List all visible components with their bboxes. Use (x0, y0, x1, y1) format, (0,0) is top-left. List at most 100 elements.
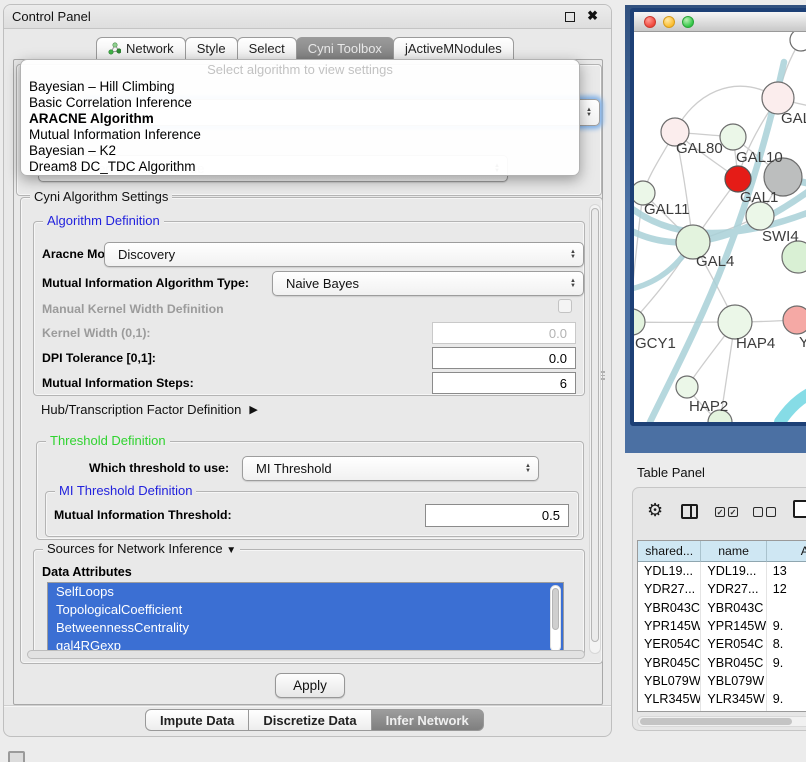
tab-cyni-toolbox[interactable]: Cyni Toolbox (296, 37, 394, 60)
aracne-mode-combobox[interactable]: Discovery ▲▼ (104, 242, 584, 267)
algorithm-option-bayesian-hill-climbing[interactable]: Bayesian – Hill Climbing (21, 79, 579, 95)
algorithm-option-bayesian-k2[interactable]: Bayesian – K2 (21, 143, 579, 159)
minimize-traffic-light-icon[interactable] (663, 16, 675, 28)
settings-vertical-scroll-thumb[interactable] (591, 208, 599, 642)
tab-label: Select (249, 41, 285, 56)
columns-icon[interactable] (681, 504, 698, 519)
mi-threshold-group: MI Threshold Definition Mutual Informati… (45, 491, 579, 537)
table-cell: 12 (767, 580, 806, 598)
data-attribute-item-betweennesscentrality[interactable]: BetweennessCentrality (48, 619, 563, 637)
table-cell: YBL079W (701, 672, 766, 690)
attr-list-scrollbar[interactable] (550, 585, 561, 652)
table-panel-card: ⚙ ✓ ✓ shared...nameA YDL19...YDL19...13Y… (632, 487, 806, 731)
manual-kernel-checkbox[interactable] (558, 299, 572, 313)
node-label: GCY1 (635, 335, 676, 352)
table-row[interactable]: YER054CYER054C8. (638, 635, 806, 653)
deselect-all-columns-icon[interactable] (753, 507, 776, 517)
tab-select[interactable]: Select (237, 37, 297, 60)
attr-list-scroll-thumb[interactable] (552, 588, 559, 630)
mi-type-label: Mutual Information Algorithm Type: (42, 276, 249, 290)
expanded-arrow-icon[interactable]: ▼ (226, 545, 236, 556)
table-row[interactable]: YLR345WYLR345W9. (638, 690, 806, 708)
algorithm-definition-group: Algorithm Definition Aracne Mode: Discov… (33, 221, 585, 396)
hub-tf-definition-toggle[interactable]: Hub/Transcription Factor Definition ▶ (41, 402, 258, 417)
table-row[interactable]: YBR043CYBR043C (638, 599, 806, 617)
tab-label: jActiveMNodules (405, 41, 502, 56)
node-label: HAP4 (736, 335, 775, 352)
table-panel-title: Table Panel (637, 465, 705, 480)
table-cell: 9. (767, 617, 806, 635)
tab-network[interactable]: Network (96, 37, 186, 60)
kernel-width-field[interactable]: 0.0 (432, 322, 576, 344)
dpi-tolerance-label: DPI Tolerance [0,1]: (42, 351, 156, 365)
algorithm-option-mutual-information-inference[interactable]: Mutual Information Inference (21, 127, 579, 143)
table-horizontal-scrollbar[interactable] (637, 716, 806, 727)
settings-horizontal-scroll-thumb[interactable] (27, 650, 585, 659)
panel-resize-grip[interactable] (601, 371, 606, 383)
table-cell: YIL052C (701, 708, 766, 712)
cyni-algorithm-settings-group: Cyni Algorithm Settings Algorithm Defini… (20, 197, 603, 664)
mi-steps-field[interactable]: 6 (432, 372, 576, 394)
control-panel-titlebar: Control Panel ✖ (4, 5, 611, 29)
network-window[interactable]: GAL GAL80 GAL10 GAL1 GAL11 GAL4 SWI4 GCY… (630, 8, 806, 426)
table-panel-region: Table Panel ⚙ ✓ ✓ shared...nameA YDL19..… (618, 455, 806, 762)
table-cell: YDR27... (701, 580, 766, 598)
apply-button[interactable]: Apply (275, 673, 345, 698)
table-cell: 9. (767, 690, 806, 708)
close-traffic-light-icon[interactable] (644, 16, 656, 28)
column-header-a[interactable]: A (767, 541, 806, 562)
bottom-divider (4, 705, 611, 706)
network-window-titlebar[interactable] (634, 12, 806, 32)
mi-algorithm-type-combobox[interactable]: Naive Bayes ▲▼ (272, 271, 584, 296)
panel-title: Control Panel (12, 9, 91, 24)
table-cell (767, 672, 806, 690)
close-icon[interactable]: ✖ (587, 8, 598, 24)
data-attributes-label: Data Attributes (42, 565, 132, 579)
float-window-icon[interactable] (565, 12, 575, 22)
gear-icon[interactable]: ⚙ (647, 501, 663, 519)
table-row[interactable]: YBL079WYBL079W (638, 672, 806, 690)
table-horizontal-scroll-thumb[interactable] (640, 718, 792, 725)
node-label: GAL4 (696, 253, 734, 270)
data-attribute-item-selfloops[interactable]: SelfLoops (48, 583, 563, 601)
dpi-tolerance-field[interactable]: 0.0 (432, 347, 576, 369)
table-cell: YBR045C (638, 653, 701, 671)
mi-threshold-label: Mutual Information Threshold: (54, 508, 232, 522)
which-threshold-combobox[interactable]: MI Threshold ▲▼ (242, 456, 539, 481)
data-attributes-list[interactable]: SelfLoopsTopologicalCoefficientBetweenne… (47, 582, 564, 655)
table-cell: 9 (767, 708, 806, 712)
tab-impute-data[interactable]: Impute Data (145, 709, 249, 731)
network-graph: GAL GAL80 GAL10 GAL1 GAL11 GAL4 SWI4 GCY… (634, 32, 806, 422)
node-label: Y (799, 334, 806, 351)
cyni-toolbox-content: ▲▼ gal-filtered sif default node ▲▼ Sele… (13, 59, 603, 705)
algorithm-option-aracne-algorithm[interactable]: ARACNE Algorithm (21, 111, 579, 127)
table-row[interactable]: YDR27...YDR27...12 (638, 580, 806, 598)
settings-vertical-scrollbar[interactable] (589, 204, 601, 654)
spinner-icon: ▲▼ (525, 464, 538, 474)
table-cell: YLR345W (701, 690, 766, 708)
table-cell: YER054C (638, 635, 701, 653)
table-cell: YPR145W (701, 617, 766, 635)
column-header-name[interactable]: name (701, 541, 766, 562)
table-row[interactable]: YIL052CYIL052C9 (638, 708, 806, 712)
tab-infer-network[interactable]: Infer Network (371, 709, 484, 731)
data-attribute-item-topologicalcoefficient[interactable]: TopologicalCoefficient (48, 601, 563, 619)
tab-jactivemnodules[interactable]: jActiveMNodules (393, 37, 514, 60)
algorithm-option-dream8-dc-tdc-algorithm[interactable]: Dream8 DC_TDC Algorithm (21, 159, 579, 175)
document-icon[interactable] (793, 500, 806, 518)
which-threshold-value: MI Threshold (256, 461, 332, 476)
table-row[interactable]: YPR145WYPR145W9. (638, 617, 806, 635)
tab-style[interactable]: Style (185, 37, 238, 60)
bottom-left-widget-fragment[interactable] (8, 751, 25, 762)
network-canvas[interactable]: GAL GAL80 GAL10 GAL1 GAL11 GAL4 SWI4 GCY… (634, 32, 806, 422)
table-row[interactable]: YDL19...YDL19...13 (638, 562, 806, 580)
column-header-shared[interactable]: shared... (638, 541, 701, 562)
table-body: YDL19...YDL19...13YDR27...YDR27...12YBR0… (638, 562, 806, 712)
table-row[interactable]: YBR045CYBR045C9. (638, 653, 806, 671)
tab-discretize-data[interactable]: Discretize Data (248, 709, 371, 731)
algorithm-option-basic-correlation-inference[interactable]: Basic Correlation Inference (21, 95, 579, 111)
zoom-traffic-light-icon[interactable] (682, 16, 694, 28)
mi-threshold-field[interactable]: 0.5 (425, 504, 569, 527)
node-table[interactable]: shared...nameA YDL19...YDL19...13YDR27..… (637, 540, 806, 712)
select-all-columns-icon[interactable]: ✓ ✓ (715, 507, 738, 517)
